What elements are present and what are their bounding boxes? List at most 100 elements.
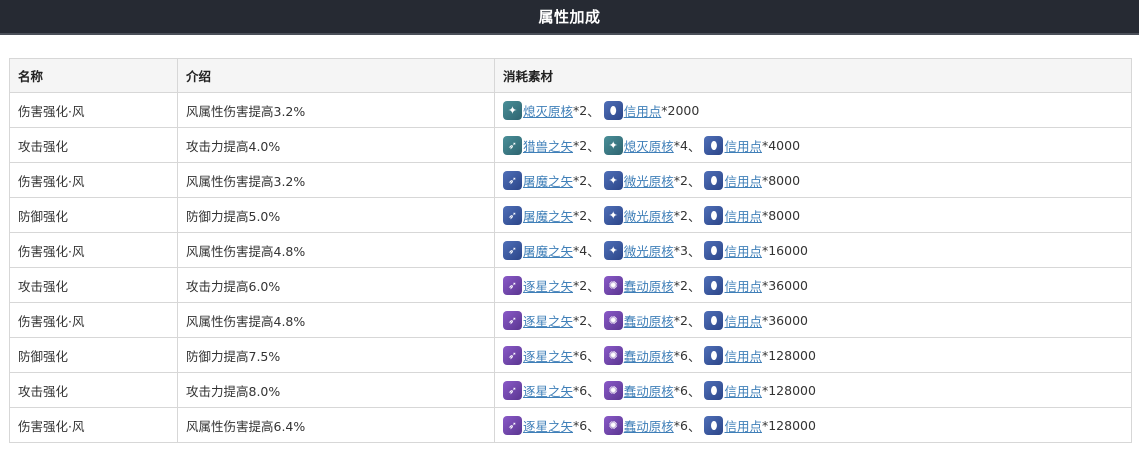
- table-row: 伤害强化·风 风属性伤害提高4.8% ➶ 逐星之矢 *2、 ✺ 蠢动原核 *2、 ⬮ 信用点 *36…: [9, 302, 1132, 338]
- material-link[interactable]: 熄灭原核: [523, 101, 573, 120]
- material-link[interactable]: 信用点: [724, 206, 762, 225]
- material-separator: 、: [687, 243, 701, 259]
- credit-icon[interactable]: ⬮: [704, 345, 724, 365]
- stirring-core-icon[interactable]: ✺: [603, 310, 623, 330]
- material-quantity: *4: [673, 137, 688, 153]
- bonus-description: 风属性伤害提高3.2%: [177, 162, 495, 198]
- material-item: ➶ 逐星之矢 *6、: [503, 415, 604, 435]
- credit-icon[interactable]: ⬮: [704, 240, 724, 260]
- materials-cell: ➶ 逐星之矢 *2、 ✺ 蠢动原核 *2、 ⬮ 信用点 *36000: [494, 267, 1132, 303]
- materials-cell: ➶ 屠魔之矢 *2、 ✦ 微光原核 *2、 ⬮ 信用点 *8000: [494, 197, 1132, 233]
- material-link[interactable]: 屠魔之矢: [523, 241, 573, 260]
- material-link[interactable]: 逐星之矢: [523, 381, 573, 400]
- material-link[interactable]: 蠢动原核: [624, 346, 674, 365]
- credit-icon[interactable]: ⬮: [704, 205, 724, 225]
- material-quantity: *2: [573, 102, 588, 118]
- star-chaser-arrow-icon[interactable]: ➶: [503, 275, 522, 295]
- material-link[interactable]: 屠魔之矢: [523, 171, 573, 190]
- material-item: ➶ 屠魔之矢 *2、: [503, 170, 604, 190]
- material-item: ✺ 蠢动原核 *2、: [603, 275, 705, 295]
- material-link[interactable]: 逐星之矢: [523, 311, 573, 330]
- material-link[interactable]: 蠢动原核: [624, 381, 674, 400]
- credit-icon[interactable]: ⬮: [704, 275, 724, 295]
- material-link[interactable]: 信用点: [724, 381, 762, 400]
- stirring-core-icon[interactable]: ✺: [603, 415, 623, 435]
- glimmer-core-icon[interactable]: ✦: [603, 240, 623, 260]
- material-link[interactable]: 蠢动原核: [624, 311, 674, 330]
- material-item: ➶ 逐星之矢 *2、: [503, 310, 604, 330]
- material-link[interactable]: 蠢动原核: [624, 416, 674, 435]
- star-chaser-arrow-icon[interactable]: ➶: [503, 310, 522, 330]
- material-link[interactable]: 熄灭原核: [624, 136, 674, 155]
- glimmer-core-icon[interactable]: ✦: [603, 205, 623, 225]
- demon-arrow-icon[interactable]: ➶: [503, 205, 522, 225]
- destroyer-core-icon[interactable]: ✦: [603, 135, 623, 155]
- materials-list: ➶ 逐星之矢 *2、 ✺ 蠢动原核 *2、 ⬮ 信用点 *36000: [503, 310, 1123, 330]
- demon-arrow-icon[interactable]: ➶: [503, 170, 522, 190]
- credit-icon[interactable]: ⬮: [704, 310, 724, 330]
- bonus-description: 防御力提高5.0%: [177, 197, 495, 233]
- table-body: 伤害强化·风 风属性伤害提高3.2% ✦ 熄灭原核 *2、 ⬮ 信用点 *2000 攻击强化 攻击…: [9, 92, 1132, 443]
- material-link[interactable]: 猎兽之矢: [523, 136, 573, 155]
- material-link[interactable]: 微光原核: [624, 171, 674, 190]
- material-quantity: *2: [673, 277, 688, 293]
- hunter-arrow-icon[interactable]: ➶: [503, 135, 522, 155]
- material-link[interactable]: 逐星之矢: [523, 346, 573, 365]
- star-chaser-arrow-icon[interactable]: ➶: [503, 415, 522, 435]
- material-quantity: *8000: [761, 207, 801, 223]
- material-item: ✦ 微光原核 *2、: [603, 205, 705, 225]
- material-item: ✺ 蠢动原核 *6、: [603, 345, 705, 365]
- material-link[interactable]: 逐星之矢: [523, 416, 573, 435]
- material-link[interactable]: 信用点: [724, 171, 762, 190]
- stirring-core-icon[interactable]: ✺: [603, 380, 623, 400]
- material-quantity: *128000: [761, 417, 816, 433]
- stirring-core-icon[interactable]: ✺: [603, 275, 623, 295]
- bonus-name: 伤害强化·风: [9, 92, 178, 128]
- material-quantity: *4: [573, 242, 588, 258]
- credit-icon[interactable]: ⬮: [704, 415, 724, 435]
- material-link[interactable]: 蠢动原核: [624, 276, 674, 295]
- section-title: 属性加成: [538, 8, 601, 26]
- bonus-name: 攻击强化: [9, 372, 178, 408]
- material-quantity: *6: [673, 417, 688, 433]
- material-link[interactable]: 信用点: [724, 416, 762, 435]
- bonus-name: 伤害强化·风: [9, 162, 178, 198]
- material-item: ⬮ 信用点 *16000: [704, 240, 808, 260]
- material-link[interactable]: 信用点: [724, 346, 762, 365]
- bonus-name: 攻击强化: [9, 267, 178, 303]
- attribute-bonus-table-wrap: 名称 介绍 消耗素材 伤害强化·风 风属性伤害提高3.2% ✦ 熄灭原核 *2、 ⬮ 信用点…: [9, 58, 1132, 443]
- destroyer-core-icon[interactable]: ✦: [503, 100, 522, 120]
- material-link[interactable]: 逐星之矢: [523, 276, 573, 295]
- materials-cell: ➶ 猎兽之矢 *2、 ✦ 熄灭原核 *4、 ⬮ 信用点 *4000: [494, 127, 1132, 163]
- bonus-description: 风属性伤害提高6.4%: [177, 407, 495, 443]
- material-item: ➶ 猎兽之矢 *2、: [503, 135, 604, 155]
- material-quantity: *4000: [761, 137, 801, 153]
- credit-icon[interactable]: ⬮: [603, 100, 623, 120]
- material-quantity: *3: [673, 242, 688, 258]
- material-link[interactable]: 信用点: [724, 136, 762, 155]
- materials-cell: ➶ 屠魔之矢 *4、 ✦ 微光原核 *3、 ⬮ 信用点 *16000: [494, 232, 1132, 268]
- material-link[interactable]: 微光原核: [624, 241, 674, 260]
- material-link[interactable]: 信用点: [724, 241, 762, 260]
- materials-cell: ➶ 屠魔之矢 *2、 ✦ 微光原核 *2、 ⬮ 信用点 *8000: [494, 162, 1132, 198]
- material-link[interactable]: 微光原核: [624, 206, 674, 225]
- bonus-name: 伤害强化·风: [9, 302, 178, 338]
- material-link[interactable]: 屠魔之矢: [523, 206, 573, 225]
- material-item: ✺ 蠢动原核 *2、: [603, 310, 705, 330]
- star-chaser-arrow-icon[interactable]: ➶: [503, 380, 522, 400]
- material-quantity: *8000: [761, 172, 801, 188]
- materials-list: ➶ 屠魔之矢 *2、 ✦ 微光原核 *2、 ⬮ 信用点 *8000: [503, 205, 1123, 225]
- star-chaser-arrow-icon[interactable]: ➶: [503, 345, 522, 365]
- stirring-core-icon[interactable]: ✺: [603, 345, 623, 365]
- material-item: ⬮ 信用点 *36000: [704, 275, 808, 295]
- material-link[interactable]: 信用点: [724, 276, 762, 295]
- credit-icon[interactable]: ⬮: [704, 135, 724, 155]
- glimmer-core-icon[interactable]: ✦: [603, 170, 623, 190]
- material-quantity: *16000: [761, 242, 808, 258]
- material-separator: 、: [687, 173, 701, 189]
- material-link[interactable]: 信用点: [724, 311, 762, 330]
- credit-icon[interactable]: ⬮: [704, 170, 724, 190]
- demon-arrow-icon[interactable]: ➶: [503, 240, 522, 260]
- material-link[interactable]: 信用点: [624, 101, 662, 120]
- credit-icon[interactable]: ⬮: [704, 380, 724, 400]
